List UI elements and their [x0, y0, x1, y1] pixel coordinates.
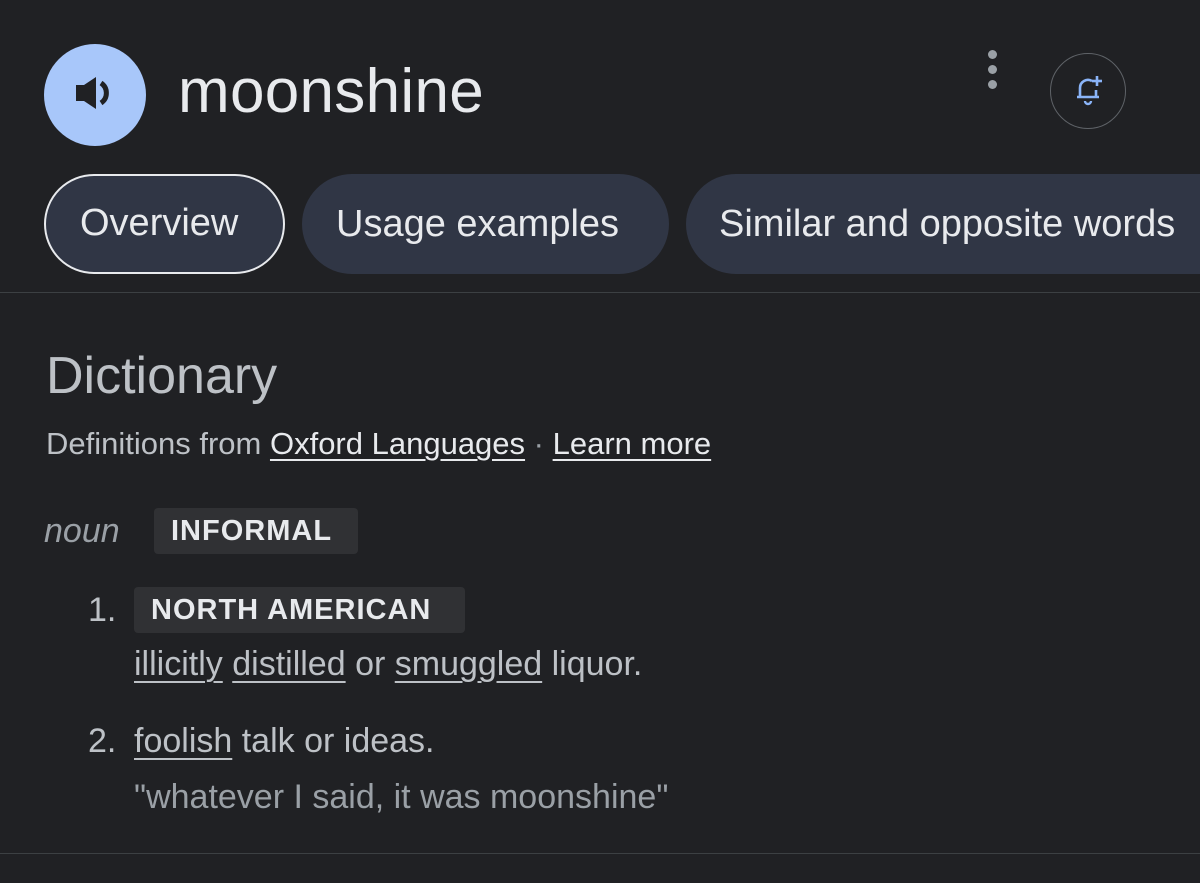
section-title: Dictionary: [46, 347, 278, 405]
definition-number: 1.: [88, 591, 117, 629]
word-link-foolish[interactable]: foolish: [134, 722, 232, 760]
tab-bar: Overview Usage examples Similar and oppo…: [44, 174, 1200, 274]
definition-number: 2.: [88, 722, 117, 760]
more-options-button[interactable]: [972, 46, 1012, 92]
oxford-languages-link[interactable]: Oxford Languages: [270, 426, 525, 461]
separator: ·: [525, 426, 553, 461]
text-space: [223, 645, 232, 683]
more-vert-icon: [987, 49, 997, 59]
usage-example: "whatever I said, it was moonshine": [134, 778, 669, 816]
learn-more-link[interactable]: Learn more: [553, 426, 712, 461]
region-badge: NORTH AMERICAN: [134, 587, 465, 633]
alert-button[interactable]: [1050, 53, 1126, 129]
text-or: or: [345, 645, 395, 683]
word-link-smuggled[interactable]: smuggled: [395, 645, 542, 683]
bell-plus-icon: [1070, 71, 1106, 112]
source-line: Definitions from Oxford Languages · Lear…: [46, 424, 711, 464]
definition-text: illicitly distilled or smuggled liquor.: [134, 641, 642, 687]
text-talk-or-ideas: talk or ideas.: [232, 722, 435, 760]
definition-text: foolish talk or ideas.: [134, 718, 435, 764]
source-prefix: Definitions from: [46, 426, 270, 461]
word-link-distilled[interactable]: distilled: [232, 645, 345, 683]
divider: [0, 292, 1200, 293]
text-liquor: liquor.: [542, 645, 643, 683]
tab-overview[interactable]: Overview: [44, 174, 285, 274]
register-badge: INFORMAL: [154, 508, 358, 554]
part-of-speech: noun: [44, 512, 120, 550]
speaker-icon: [70, 68, 120, 123]
pronunciation-button[interactable]: [44, 44, 146, 146]
dictionary-page: moonshine Overview Usage examples Simila…: [0, 0, 1200, 883]
divider: [0, 853, 1200, 854]
word-link-illicitly[interactable]: illicitly: [134, 645, 223, 683]
tab-similar-opposite-words[interactable]: Similar and opposite words: [686, 174, 1200, 274]
tab-usage-examples[interactable]: Usage examples: [302, 174, 669, 274]
word-title: moonshine: [178, 57, 485, 126]
